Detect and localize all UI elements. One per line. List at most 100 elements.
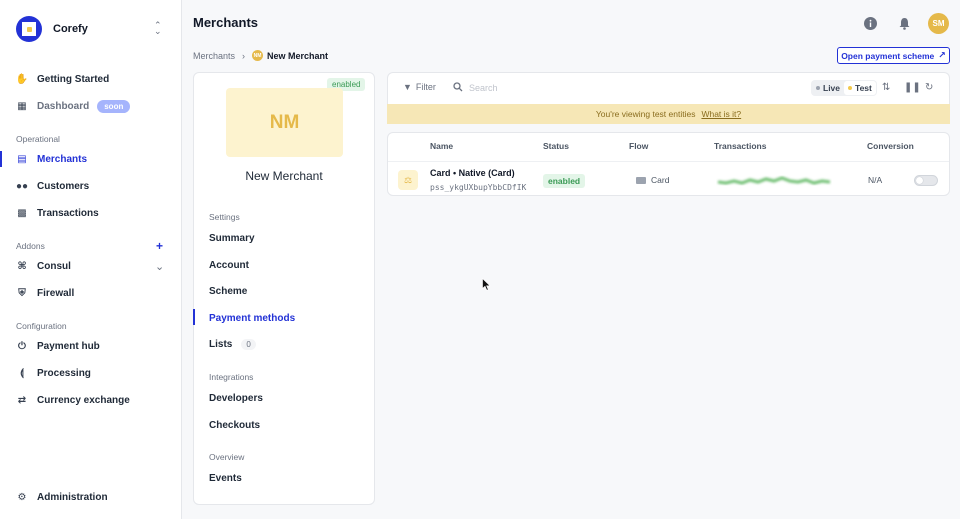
- sidebar-item-label: Administration: [37, 491, 108, 503]
- sidebar-item-getting-started[interactable]: ✋ Getting Started: [0, 68, 181, 90]
- gear-icon: ⚙: [17, 491, 27, 503]
- external-link-icon: ↗: [938, 50, 946, 60]
- search-input[interactable]: [469, 83, 589, 93]
- test-label: Test: [855, 83, 872, 93]
- what-is-it-link[interactable]: What is it?: [701, 109, 741, 119]
- user-avatar[interactable]: SM: [928, 13, 949, 34]
- menu-item-developers[interactable]: Developers: [209, 393, 263, 404]
- sidebar-item-label: Currency exchange: [37, 394, 130, 406]
- waving-hand-icon: ✋: [15, 73, 29, 85]
- soon-badge: soon: [97, 99, 131, 113]
- merchant-avatar: NM: [252, 50, 264, 61]
- sidebar-item-label: Payment hub: [37, 340, 100, 352]
- menu-item-checkouts[interactable]: Checkouts: [209, 420, 260, 431]
- section-label-configuration: Configuration: [16, 321, 67, 331]
- payment-method-name[interactable]: Card • Native (Card): [430, 168, 515, 178]
- menu-item-lists[interactable]: Lists 0: [209, 339, 256, 350]
- menu-item-payment-methods[interactable]: Payment methods: [209, 313, 295, 324]
- dashboard-icon: ▦: [17, 100, 27, 112]
- lists-count-badge: 0: [241, 339, 256, 350]
- filter-label: Filter: [415, 82, 436, 92]
- section-label-addons: Addons: [16, 241, 45, 251]
- sidebar-item-customers[interactable]: ●● Customers: [0, 175, 181, 197]
- flask-icon: ⚖: [398, 170, 418, 190]
- menu-item-scheme[interactable]: Scheme: [209, 286, 247, 297]
- merchants-icon: ▤: [17, 153, 27, 165]
- sidebar-item-label: Dashboard: [37, 100, 90, 112]
- corefy-logo-icon: [16, 16, 42, 42]
- row-divider: [388, 161, 949, 162]
- live-mode-button[interactable]: Live: [812, 81, 844, 95]
- sidebar-item-label: Firewall: [37, 287, 75, 299]
- menu-item-summary[interactable]: Summary: [209, 233, 255, 244]
- banner-text: You're viewing test entities: [595, 109, 696, 119]
- brand[interactable]: Corefy: [16, 16, 88, 42]
- sidebar-item-label: Processing: [37, 367, 91, 379]
- info-icon[interactable]: [862, 15, 878, 31]
- column-header-status[interactable]: Status: [543, 141, 569, 151]
- sidebar-item-dashboard[interactable]: ▦ Dashboard soon: [0, 95, 181, 117]
- menu-item-account[interactable]: Account: [209, 260, 249, 271]
- consul-icon: ⌘: [17, 260, 27, 272]
- page-title: Merchants: [193, 15, 259, 30]
- sidebar-item-currency-exchange[interactable]: ⇄ Currency exchange: [0, 389, 181, 411]
- menu-section-settings: Settings: [209, 212, 240, 222]
- sidebar-item-label: Merchants: [37, 153, 88, 165]
- test-mode-button[interactable]: Test: [844, 81, 876, 95]
- menu-section-integrations: Integrations: [209, 372, 254, 382]
- merchant-initials-tile: NM: [226, 88, 343, 157]
- column-header-transactions[interactable]: Transactions: [714, 141, 766, 151]
- exchange-icon: ⇄: [17, 394, 27, 406]
- menu-item-events[interactable]: Events: [209, 473, 242, 484]
- test-dot-icon: [848, 86, 853, 90]
- sidebar-item-transactions[interactable]: ▩ Transactions: [0, 202, 181, 224]
- search-icon: [453, 82, 463, 94]
- sort-icon[interactable]: ⇅: [882, 82, 890, 93]
- live-dot-icon: [816, 86, 820, 90]
- chevron-updown-icon[interactable]: ⌃ ⌄: [154, 21, 162, 36]
- sidebar-item-merchants[interactable]: ▤ Merchants: [0, 148, 181, 170]
- column-header-name[interactable]: Name: [430, 141, 453, 151]
- customers-icon: ●●: [15, 180, 29, 192]
- chevron-down-icon[interactable]: ⌄: [155, 260, 164, 273]
- sidebar-item-firewall[interactable]: ⛨ Firewall: [0, 282, 181, 304]
- open-payment-scheme-button[interactable]: Open payment scheme ↗: [837, 47, 950, 64]
- app-name: Corefy: [53, 23, 88, 35]
- mouse-cursor-icon: [482, 278, 491, 291]
- menu-section-overview: Overview: [209, 452, 245, 462]
- search-box: [453, 82, 589, 94]
- bell-icon[interactable]: [896, 15, 912, 31]
- share-icon: ⟬: [20, 367, 24, 379]
- sidebar-item-label: Getting Started: [37, 73, 110, 85]
- column-header-flow[interactable]: Flow: [629, 141, 648, 151]
- status-badge: enabled: [543, 174, 586, 188]
- breadcrumb-current: New Merchant: [267, 50, 329, 61]
- add-addon-plus-icon[interactable]: +: [156, 239, 163, 253]
- sidebar-item-label: Customers: [37, 180, 90, 192]
- enable-toggle[interactable]: [914, 175, 938, 186]
- sidebar-item-payment-hub[interactable]: ⏻ Payment hub: [0, 335, 181, 357]
- open-scheme-label: Open payment scheme: [841, 50, 935, 61]
- section-label-operational: Operational: [16, 134, 60, 144]
- filter-button[interactable]: ▼ Filter: [403, 82, 436, 92]
- transactions-icon: ▩: [17, 207, 27, 219]
- payment-method-id: pss_ykgUXbupYbbCDfIK: [430, 183, 527, 192]
- sidebar-item-label: Consul: [37, 260, 71, 272]
- live-label: Live: [823, 83, 841, 93]
- sidebar: Corefy ⌃ ⌄ ✋ Getting Started ▦ Dashboard …: [0, 0, 182, 519]
- columns-icon[interactable]: ❚❚: [904, 82, 921, 93]
- flow-label: Card: [651, 175, 670, 185]
- menu-item-label: Lists: [209, 339, 233, 350]
- sidebar-item-processing[interactable]: ⟬ Processing: [0, 362, 181, 384]
- conversion-value: N/A: [868, 175, 883, 185]
- chevron-right-icon: ›: [242, 50, 246, 61]
- active-indicator: [193, 309, 195, 325]
- shield-icon: ⛨: [18, 287, 26, 299]
- card-icon: [636, 176, 646, 184]
- column-header-conversion[interactable]: Conversion: [867, 141, 914, 151]
- sidebar-item-consul[interactable]: ⌘ Consul: [0, 255, 181, 277]
- sidebar-item-administration[interactable]: ⚙ Administration: [0, 486, 181, 508]
- refresh-icon[interactable]: ↻: [925, 82, 933, 93]
- breadcrumb-merchants[interactable]: Merchants: [193, 51, 235, 61]
- plug-icon: ⏻: [18, 340, 26, 352]
